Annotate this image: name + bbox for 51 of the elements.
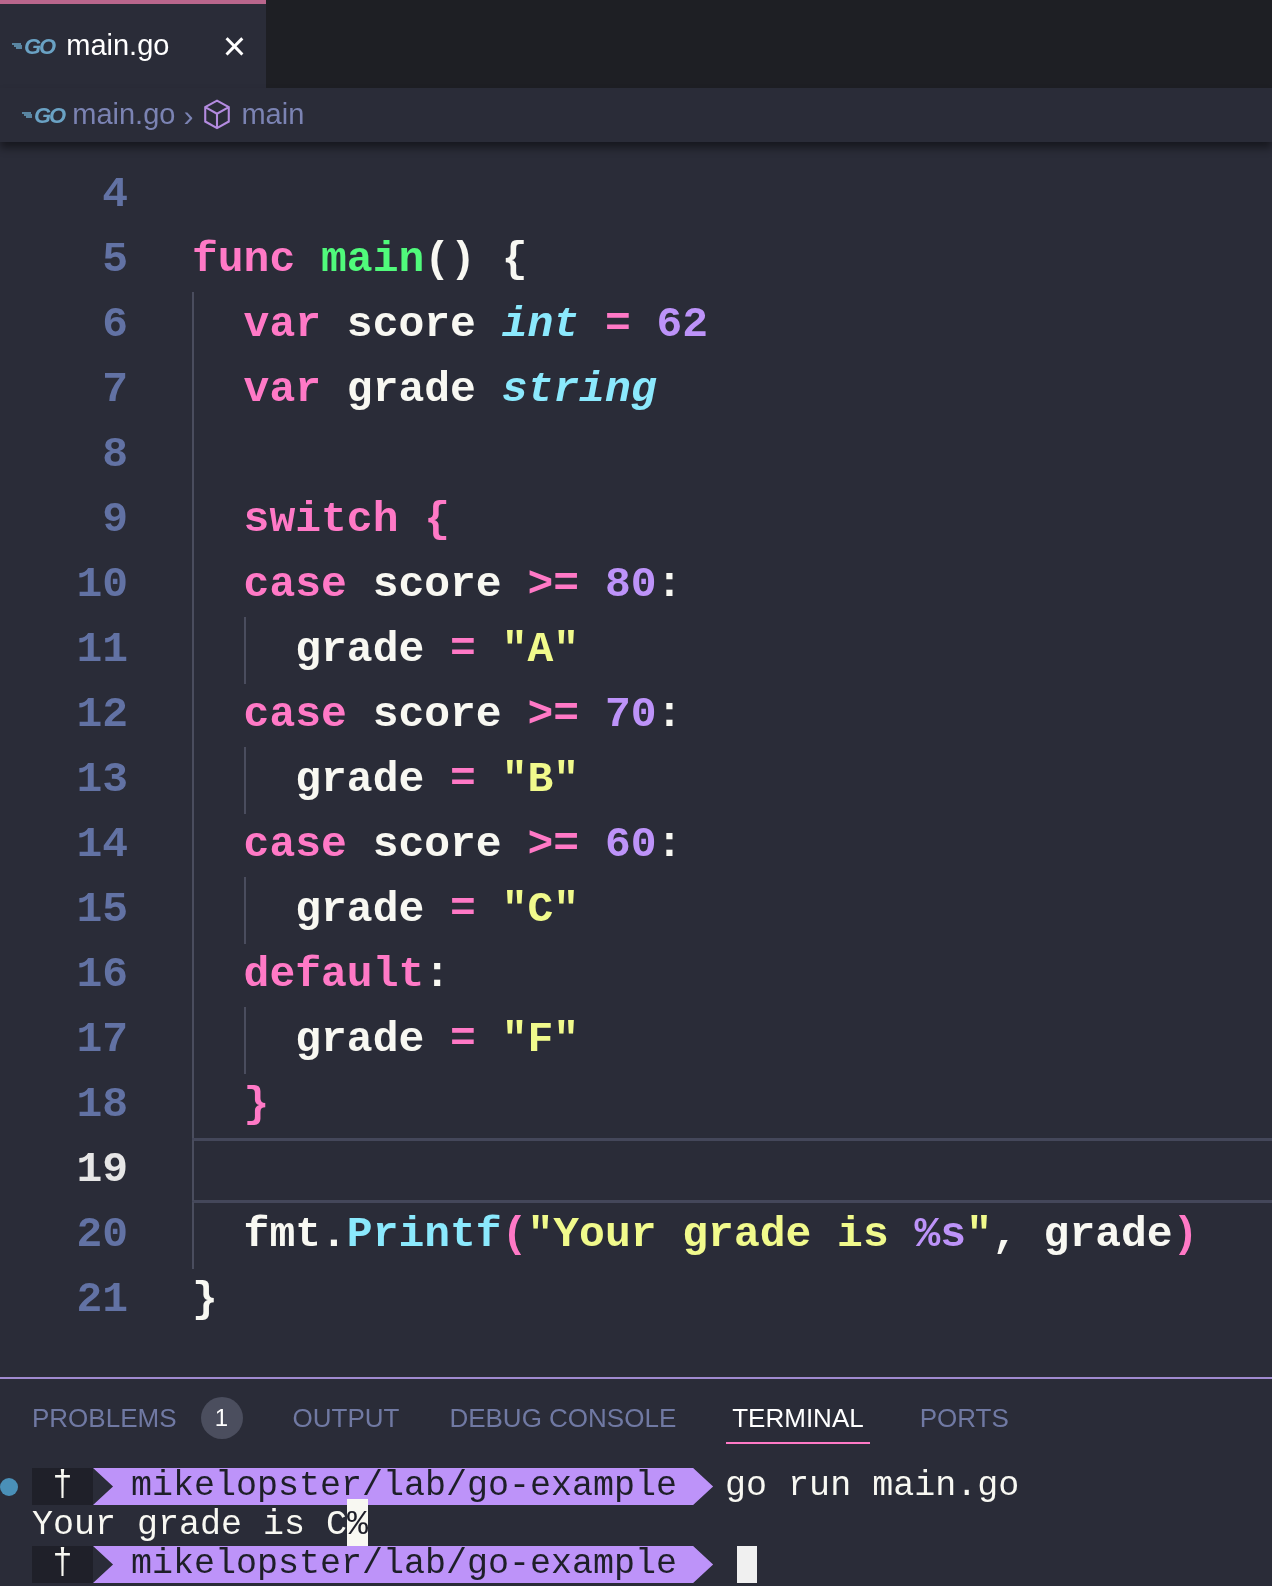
code-line: grade = "B" xyxy=(294,754,580,807)
code-line: } xyxy=(192,1274,218,1327)
code-line: func main() { xyxy=(192,234,528,287)
line-number: 16 xyxy=(75,949,128,1002)
line-number: 17 xyxy=(75,1014,128,1067)
prompt-symbol: † xyxy=(32,1468,93,1505)
line-number: 5 xyxy=(101,234,128,287)
code-line: grade = "A" xyxy=(294,624,580,677)
line-number: 20 xyxy=(75,1209,128,1262)
line-number: 4 xyxy=(101,169,128,222)
close-icon[interactable]: × xyxy=(222,26,246,66)
code-line: default: xyxy=(242,949,451,1002)
breadcrumb-file[interactable]: main.go xyxy=(72,93,176,137)
panel-tab[interactable]: TERMINAL xyxy=(726,1394,870,1444)
line-number: 12 xyxy=(75,689,128,742)
line-number: 15 xyxy=(75,884,128,937)
line-number: 8 xyxy=(101,429,128,482)
line-number: 7 xyxy=(101,364,128,417)
line-number: 6 xyxy=(101,299,128,352)
line-number: 21 xyxy=(75,1274,128,1327)
line-number: 13 xyxy=(75,754,128,807)
code-line: case score >= 60: xyxy=(242,819,683,872)
line-number: 10 xyxy=(75,559,128,612)
code-line: fmt.Printf("Your grade is %s", grade) xyxy=(242,1209,1199,1262)
terminal-command: go run main.go xyxy=(725,1465,1020,1509)
line-number: 19 xyxy=(75,1144,128,1197)
prompt-symbol: † xyxy=(32,1546,93,1583)
panel-tab[interactable]: PROBLEMS 1 xyxy=(32,1394,243,1444)
code-line: case score >= 70: xyxy=(242,689,683,742)
line-number: 14 xyxy=(75,819,128,872)
tab-label: main.go xyxy=(66,28,171,64)
code-line: var grade string xyxy=(242,364,657,417)
count-badge: 1 xyxy=(200,1397,243,1439)
line-number: 9 xyxy=(101,494,128,547)
code-line: } xyxy=(242,1079,270,1132)
code-line: switch { xyxy=(242,494,451,547)
panel-tab[interactable]: OUTPUT xyxy=(292,1394,400,1444)
panel-tab[interactable]: DEBUG CONSOLE xyxy=(449,1394,677,1444)
code-line: var score int = 62 xyxy=(242,299,709,352)
editor-tab[interactable]: GO main.go × xyxy=(0,0,266,88)
prompt-path: mikelopster/lab/go-example xyxy=(93,1546,714,1583)
panel-tab[interactable]: PORTS xyxy=(919,1394,1009,1444)
line-number: 18 xyxy=(75,1079,128,1132)
code-line: grade = "C" xyxy=(294,884,580,937)
code-line: case score >= 80: xyxy=(242,559,683,612)
chevron-icon: › xyxy=(183,92,194,138)
code-line: grade = "F" xyxy=(294,1014,580,1067)
breadcrumb-symbol[interactable]: main xyxy=(241,93,305,137)
prompt-path: mikelopster/lab/go-example xyxy=(93,1468,714,1505)
line-number: 11 xyxy=(75,624,128,677)
terminal-cursor xyxy=(737,1546,758,1583)
